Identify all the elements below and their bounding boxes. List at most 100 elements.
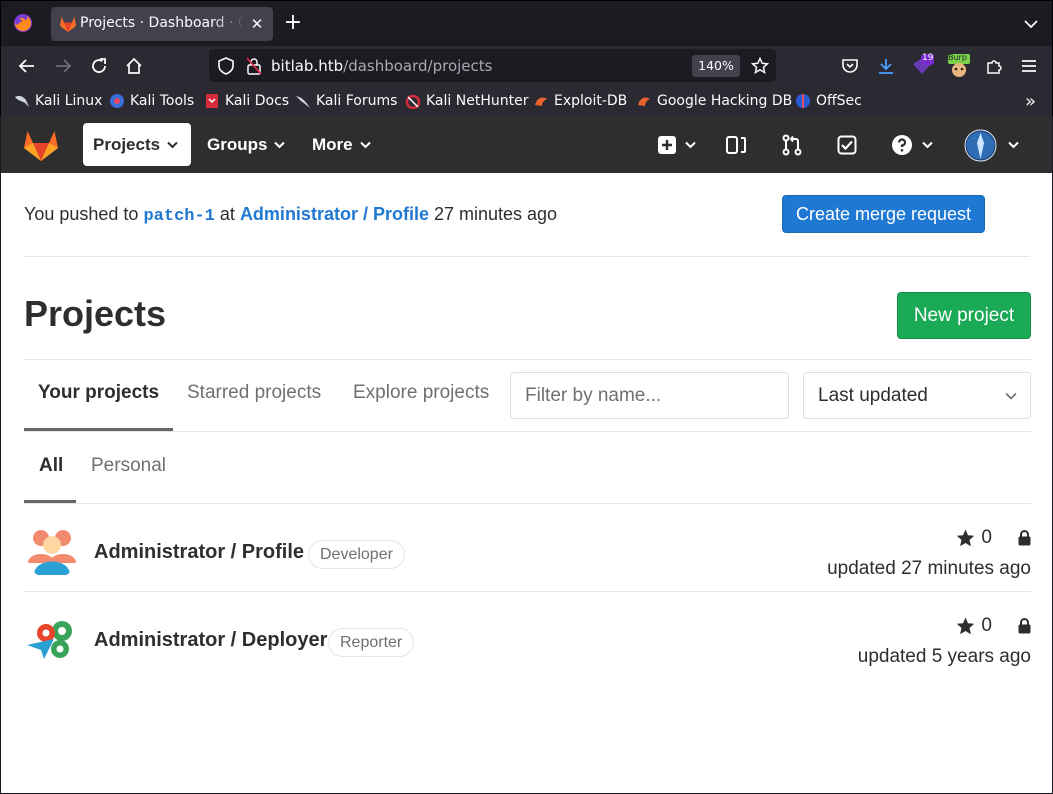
browser-tab-active[interactable]: Projects · Dashboard · GitLab ✕ [51,7,273,41]
kali-dragon-icon [15,96,29,107]
ghdb-icon [638,97,650,106]
avatar [964,129,996,161]
page-content: You pushed to patch-1 at Administrator /… [1,173,1052,793]
chevron-down-icon [1007,141,1019,149]
offsec-icon [796,94,810,108]
bookmark-exploit-db[interactable]: Exploit-DB [533,92,627,110]
chevron-down-icon [1005,392,1017,400]
nav-projects-dropdown[interactable]: Projects [83,123,191,166]
bookmarks-toolbar: Kali Linux Kali Tools Kali Docs Kali For… [0,86,1053,116]
sort-selected-label: Last updated [818,385,928,406]
project-stats: 0 [956,615,1031,637]
chevron-down-icon [684,141,696,149]
home-icon[interactable] [122,54,146,78]
user-menu-dropdown[interactable] [963,128,1019,162]
bookmark-label: Google Hacking DB [657,93,793,109]
bookmark-google-hacking-db[interactable]: Google Hacking DB [636,92,792,110]
push-time: 27 minutes ago [433,204,558,224]
kali-nethunter-icon [405,94,421,109]
tab-starred-projects[interactable]: Starred projects [187,382,321,404]
browser-tab-bar: Projects · Dashboard · GitLab ✕ + [0,0,1053,46]
download-icon[interactable] [874,54,898,78]
new-project-button[interactable]: New project [897,292,1031,339]
create-merge-request-button[interactable]: Create merge request [782,195,985,233]
bookmark-kali-linux[interactable]: Kali Linux [14,92,102,110]
tab-your-projects[interactable]: Your projects [38,382,159,404]
kali-forums-icon [296,96,310,108]
role-badge: Reporter [328,628,415,657]
bookmark-kali-docs[interactable]: Kali Docs [204,92,289,110]
nav-groups-dropdown[interactable]: Groups [197,123,295,166]
bookmark-kali-nethunter[interactable]: Kali NetHunter [405,92,528,110]
project-name-link[interactable]: Administrator / Profile [94,541,304,564]
burp-extension-icon[interactable]: Burp [947,53,971,78]
question-circle-icon [892,135,912,155]
page-title: Projects [24,293,167,334]
subtab-all[interactable]: All [39,455,63,477]
issues-icon[interactable] [724,133,748,157]
branch-link[interactable]: patch-1 [143,207,214,226]
bookmark-kali-forums[interactable]: Kali Forums [295,92,397,110]
project-updated-time: updated 27 minutes ago [827,558,1031,579]
address-bar[interactable]: bitlab.htb/dashboard/projects 140% [209,49,776,82]
project-name-link[interactable]: Administrator / Deployer [94,629,327,652]
project-avatar[interactable] [24,523,80,579]
url-text: bitlab.htb/dashboard/projects [271,57,492,75]
push-prefix: You pushed to [24,204,139,224]
role-badge: Developer [308,540,405,569]
reload-icon[interactable] [87,54,111,78]
url-path: /dashboard/projects [343,57,493,75]
bookmark-star-icon[interactable] [748,54,772,78]
star-icon[interactable] [956,617,975,635]
exploit-db-icon [535,97,547,106]
extension-badge-count: 19 [922,53,934,63]
subtab-personal[interactable]: Personal [91,455,166,477]
bookmark-label: Kali Forums [316,93,398,109]
pocket-icon[interactable] [838,54,862,78]
bookmark-label: Kali Linux [35,93,103,109]
plus-square-icon [657,136,676,154]
lock-insecure-icon[interactable] [242,54,266,78]
bookmarks-overflow-icon[interactable]: » [1025,91,1036,112]
new-tab-icon[interactable]: + [281,11,305,35]
project-avatar[interactable] [24,611,80,667]
tab-explore-projects[interactable]: Explore projects [353,382,489,404]
tab-list-chevron-icon[interactable] [1020,13,1042,35]
chevron-down-icon [274,141,286,148]
merge-requests-icon[interactable] [780,133,804,157]
star-count: 0 [981,615,992,636]
filter-by-name-input[interactable]: Filter by name... [510,372,789,419]
tab-close-icon[interactable]: ✕ [247,14,267,34]
kali-tools-icon [110,94,124,108]
firefox-icon[interactable] [12,12,34,34]
star-icon[interactable] [956,529,975,547]
project-link[interactable]: Administrator / Profile [240,204,429,224]
project-subtabs: All Personal [24,432,1031,504]
sort-dropdown[interactable]: Last updated [803,372,1031,419]
shield-icon[interactable] [214,54,238,78]
nav-more-label: More [312,134,353,154]
nav-projects-label: Projects [93,134,161,154]
help-dropdown[interactable] [889,133,935,157]
forward-arrow-icon[interactable] [51,54,75,78]
bookmark-offsec[interactable]: OffSec [795,92,862,110]
nav-more-dropdown[interactable]: More [302,123,381,166]
bookmark-label: Kali Tools [130,93,195,109]
project-stats: 0 [956,527,1031,549]
todos-icon[interactable] [835,133,859,157]
active-tab-underline [24,428,173,431]
zoom-level-badge[interactable]: 140% [692,55,740,77]
bookmark-kali-tools[interactable]: Kali Tools [109,92,194,110]
extension-badge-icon[interactable]: 19 [910,53,934,78]
hamburger-menu-icon[interactable] [1017,54,1041,78]
bookmark-label: Kali NetHunter [426,93,529,109]
chevron-down-icon [922,141,933,149]
chevron-down-icon [167,141,178,148]
gitlab-favicon-icon [59,15,77,33]
new-item-dropdown[interactable] [654,133,698,157]
bookmark-label: OffSec [816,93,862,109]
gitlab-logo-icon[interactable] [23,128,59,162]
lock-icon [1018,530,1031,546]
extensions-puzzle-icon[interactable] [982,54,1006,78]
back-arrow-icon[interactable] [15,54,39,78]
